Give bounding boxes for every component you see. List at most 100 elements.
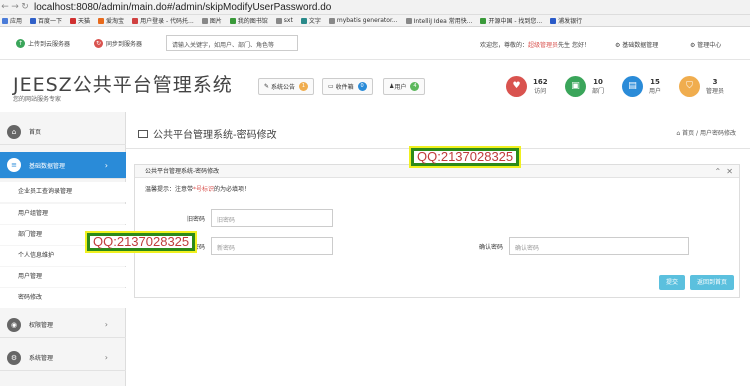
old-password-field[interactable]: 旧密码 xyxy=(211,209,333,227)
bookmark-item[interactable]: sxt xyxy=(275,17,293,24)
search-input[interactable]: 请输入关键字，如用户、部门、角色等 xyxy=(166,35,298,51)
stat-visits[interactable]: ♥ 162 访问 xyxy=(506,76,548,97)
inbox-icon: ▭ xyxy=(328,83,334,90)
reload-icon[interactable]: ↻ xyxy=(20,2,30,12)
panel-title: 公共平台管理系统-密码修改 xyxy=(145,168,220,175)
address-bar: ← → ↻ localhost:8080/admin/main.do#/admi… xyxy=(0,0,750,15)
bookmark-label: 应用 xyxy=(10,18,23,25)
bookmark-item[interactable]: 开源中国 - 找到您... xyxy=(480,16,542,25)
new-password-field[interactable]: 新密码 xyxy=(211,237,333,255)
sidebar-item-system[interactable]: ⚙ 系统管理 › xyxy=(0,345,126,371)
bell-icon: ✎ xyxy=(264,83,270,90)
confirm-password-field[interactable]: 确认密码 xyxy=(509,237,689,255)
bookmark-label: 我的图书馆 xyxy=(237,18,268,25)
stat-users[interactable]: ▤ 15 用户 xyxy=(622,76,661,97)
heart-icon: ♥ xyxy=(506,76,527,97)
welcome-suffix: 先生 您好！ xyxy=(558,42,590,49)
forward-icon[interactable]: → xyxy=(10,2,20,12)
base-data-menu-label: 基础数据管理 xyxy=(622,42,659,49)
bookmark-item[interactable]: IntelliJ Idea 常用快... xyxy=(405,16,472,25)
shield-icon: ⛉ xyxy=(679,76,700,97)
bookmark-item[interactable]: 用户登录 - 代码托... xyxy=(132,16,194,25)
bookmark-item[interactable]: 文字 xyxy=(300,16,321,25)
bookmark-item[interactable]: 图片 xyxy=(201,16,222,25)
sidebar-subitem[interactable]: 密码修改 xyxy=(0,288,126,308)
users-badge: 4 xyxy=(410,82,420,91)
breadcrumb: ⌂ 首页 / 用户密码修改 xyxy=(676,130,736,137)
users-button[interactable]: ♟ 用户 4 xyxy=(383,78,426,95)
bookmark-item[interactable]: 天猫 xyxy=(70,16,90,25)
welcome-user[interactable]: 超级管理员 xyxy=(528,42,558,49)
upload-button[interactable]: ↑ 上传到云服务器 xyxy=(16,37,70,49)
notice-label: 系统公告 xyxy=(270,84,295,91)
inbox-button[interactable]: ▭ 收件箱 0 xyxy=(322,78,373,95)
bookmark-label: 用户登录 - 代码托... xyxy=(140,18,194,25)
sidebar-item-label: 基础数据管理 xyxy=(29,162,66,170)
base-data-menu[interactable]: ⚙ 基础数据管理 xyxy=(615,40,658,49)
stat-label: 访问 xyxy=(534,88,547,95)
bookmark-label: 开源中国 - 找到您... xyxy=(488,18,543,25)
sidebar-subitem[interactable]: 企业员工查询录管理 xyxy=(0,182,126,202)
confirm-password-label: 确认密码 xyxy=(478,243,503,251)
brand-title: JEESZ公共平台管理系统 xyxy=(13,74,233,96)
old-password-row: 旧密码 旧密码 xyxy=(177,209,333,227)
home-icon: ⌂ xyxy=(7,124,21,139)
stat-departments[interactable]: ▣ 10 部门 xyxy=(565,76,604,97)
form-tip: 温馨提示：注意带*号标识的为必填项！ xyxy=(145,184,250,193)
sync-icon: ↻ xyxy=(94,38,103,48)
admin-center-menu[interactable]: ⚙ 管理中心 xyxy=(690,40,721,49)
back-home-button[interactable]: 返回到首页 xyxy=(690,275,734,290)
bookmark-label: 文字 xyxy=(308,18,321,25)
old-password-label: 旧密码 xyxy=(186,215,205,223)
chevron-up-icon[interactable]: ⌃ xyxy=(715,167,722,176)
notice-badge: 1 xyxy=(298,82,308,91)
brand-subtitle: 您的网站服务专家 xyxy=(13,96,62,103)
submit-button[interactable]: 提交 xyxy=(659,275,685,290)
table-icon xyxy=(138,129,148,138)
bookmark-label: sxt xyxy=(283,17,293,24)
stat-num: 10 xyxy=(593,78,603,86)
bookmark-label: 图片 xyxy=(209,18,222,25)
bookmark-item[interactable]: 爱淘宝 xyxy=(98,16,124,25)
sidebar-subitem[interactable]: 用户组管理 xyxy=(0,204,126,224)
gear-icon: ⚙ xyxy=(7,350,21,365)
watermark-left: QQ:2137028325 xyxy=(84,231,198,253)
header: JEESZ公共平台管理系统 您的网站服务专家 ✎ 系统公告 1 ▭ 收件箱 0 … xyxy=(0,60,750,112)
stat-label: 部门 xyxy=(592,88,605,95)
chevron-right-icon: › xyxy=(104,160,108,170)
stat-num: 3 xyxy=(712,78,718,86)
bookmark-item[interactable]: mybatis generator... xyxy=(328,17,398,24)
stat-num: 162 xyxy=(533,78,548,86)
inbox-icon: ▤ xyxy=(622,76,643,97)
stat-admins[interactable]: ⛉ 3 管理员 xyxy=(679,76,724,97)
bookmark-item[interactable]: 应用 xyxy=(2,16,22,25)
breadcrumb-home[interactable]: 首页 xyxy=(682,130,694,137)
tip-star: *号标识 xyxy=(193,186,215,193)
inbox-badge: 0 xyxy=(357,82,367,91)
sidebar-item-label: 首页 xyxy=(29,129,42,136)
back-icon[interactable]: ← xyxy=(0,2,10,12)
sync-label: 同步到服务器 xyxy=(106,40,143,48)
page-title-text: 公共平台管理系统-密码修改 xyxy=(153,130,277,141)
sidebar-item-label: 权限管理 xyxy=(29,322,54,329)
bookmark-item[interactable]: 百度一下 xyxy=(30,16,62,25)
bookmark-label: mybatis generator... xyxy=(336,17,398,24)
tip-suffix: 的为必填项！ xyxy=(214,186,251,193)
sync-button[interactable]: ↻ 同步到服务器 xyxy=(94,37,142,49)
sidebar-item-permissions[interactable]: ◉ 权限管理 › xyxy=(0,312,126,338)
welcome-prefix: 欢迎您，尊敬的： xyxy=(480,42,529,49)
sidebar-item-base-data[interactable]: ≡ 基础数据管理 › xyxy=(0,152,126,179)
password-form-panel: 公共平台管理系统-密码修改 ⌃ ✕ 温馨提示：注意带*号标识的为必填项！ 旧密码… xyxy=(134,164,740,298)
tip-prefix: 温馨提示：注意带 xyxy=(145,186,194,193)
close-icon[interactable]: ✕ xyxy=(726,167,733,176)
bookmark-label: 百度一下 xyxy=(38,18,63,25)
bookmark-item[interactable]: 我的图书馆 xyxy=(229,16,268,25)
sidebar-subitem[interactable]: 用户管理 xyxy=(0,267,126,287)
sidebar-item-label: 系统管理 xyxy=(29,355,54,362)
sidebar-item-home[interactable]: ⌂ 首页 xyxy=(0,119,126,145)
bookmark-item[interactable]: 浦发银行 xyxy=(550,16,582,25)
panel-header: 公共平台管理系统-密码修改 ⌃ ✕ xyxy=(135,165,739,178)
money-icon: ▣ xyxy=(565,76,586,97)
url-input[interactable]: localhost:8080/admin/main.do#/admin/skip… xyxy=(34,2,331,13)
notice-button[interactable]: ✎ 系统公告 1 xyxy=(258,78,314,95)
